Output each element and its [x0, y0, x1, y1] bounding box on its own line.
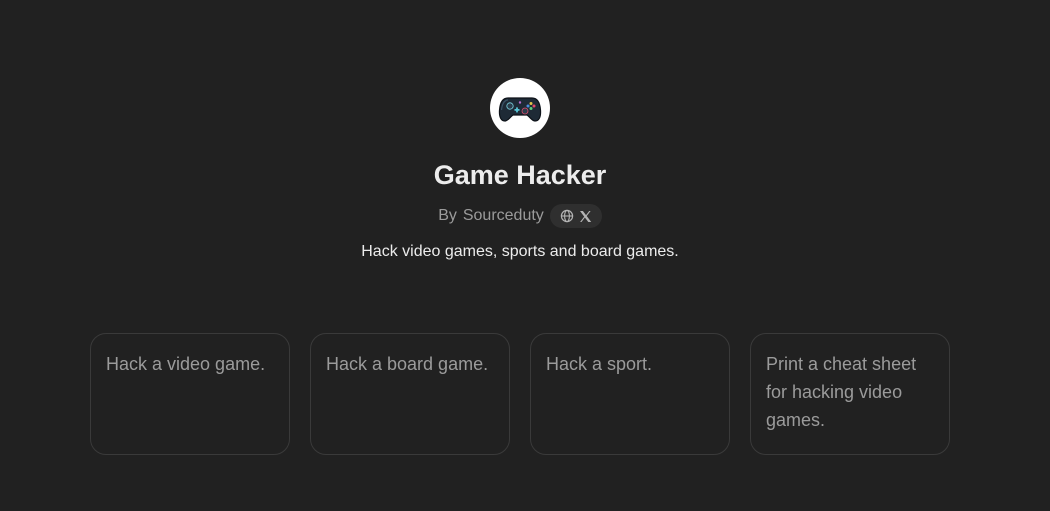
- starter-card[interactable]: Hack a board game.: [310, 333, 510, 455]
- game-controller-icon: [498, 97, 542, 122]
- author-name: Sourceduty: [462, 207, 544, 224]
- starter-card[interactable]: Hack a video game.: [90, 333, 290, 455]
- social-links: [549, 204, 602, 228]
- starter-card[interactable]: Hack a sport.: [530, 333, 730, 455]
- byline-prefix: By: [438, 207, 457, 224]
- avatar: [490, 78, 550, 138]
- starter-card[interactable]: Print a cheat sheet for hacking video ga…: [750, 333, 950, 455]
- gpt-title: Game Hacker: [433, 160, 607, 190]
- x-logo-icon[interactable]: [579, 210, 592, 223]
- byline: By Sourceduty: [0, 204, 1040, 228]
- globe-icon[interactable]: [560, 209, 574, 223]
- gpt-landing: Game Hacker By Sourceduty Hack video gam…: [0, 0, 1050, 511]
- conversation-starters: Hack a video game. Hack a board game. Ha…: [90, 333, 950, 455]
- gpt-description: Hack video games, sports and board games…: [361, 243, 679, 260]
